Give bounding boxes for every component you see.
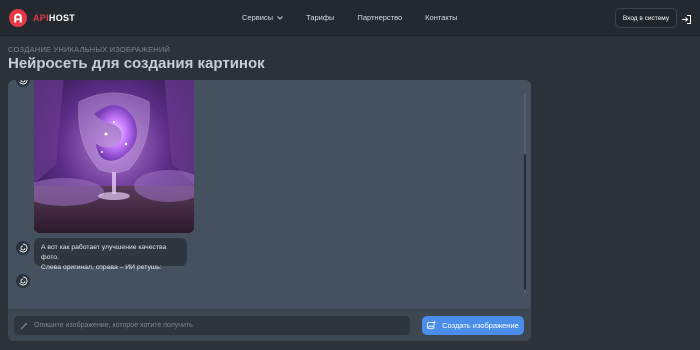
bot-message: А вот как работает улучшение качества фо… — [34, 238, 187, 271]
nav-item-label: Сервисы — [242, 13, 274, 22]
bot-message-line: А вот как работает улучшение качества фо… — [41, 244, 167, 261]
chevron-down-icon — [277, 13, 283, 22]
login-arrow-icon[interactable] — [681, 12, 692, 30]
logo-text-host: HOST — [48, 13, 76, 23]
chat-panel: А вот как работает улучшение качества фо… — [8, 80, 531, 341]
chat-scrollbar-thumb[interactable] — [524, 154, 526, 290]
main-nav: Сервисы Тарифы Партнерство Контакты — [242, 13, 481, 22]
nav-item-label: Тарифы — [306, 13, 335, 22]
nav-item-label: Контакты — [425, 13, 458, 22]
nav-item-contacts[interactable]: Контакты — [425, 13, 457, 22]
login-button-label: Вход в систему — [622, 14, 670, 22]
magic-wand-icon — [20, 317, 28, 335]
bot-avatar-icon — [16, 274, 30, 288]
logo-badge-icon — [9, 9, 27, 27]
top-header: APIHOST Сервисы Тарифы Партнерство Конта… — [0, 0, 700, 36]
logo-text: APIHOST — [33, 13, 75, 23]
logo-text-api: API — [33, 13, 49, 23]
prompt-input-placeholder: Опишите изображение, которое хотите полу… — [34, 322, 193, 329]
generated-image[interactable] — [34, 80, 194, 233]
nav-item-pricing[interactable]: Тарифы — [306, 13, 334, 22]
page-subtitle: СОЗДАНИЕ УНИКАЛЬНЫХ ИЗОБРАЖЕНИЙ — [8, 45, 171, 54]
composer: Опишите изображение, которое хотите полу… — [8, 309, 531, 341]
nav-item-partnership[interactable]: Партнерство — [357, 13, 402, 22]
nav-item-services[interactable]: Сервисы — [242, 13, 283, 22]
create-image-button[interactable]: Создать изображение — [422, 316, 524, 335]
bot-avatar-icon — [16, 241, 30, 255]
prompt-input[interactable]: Опишите изображение, которое хотите полу… — [14, 316, 410, 335]
image-add-icon — [427, 320, 436, 331]
bot-avatar-icon — [16, 80, 30, 87]
bot-message-line: Слева оригинал, справа – ИИ ретушь: — [41, 264, 162, 271]
login-button[interactable]: Вход в систему — [615, 8, 677, 28]
page-title: Нейросеть для создания картинок — [8, 55, 265, 72]
nav-item-label: Партнерство — [357, 13, 403, 22]
create-image-button-label: Создать изображение — [442, 321, 519, 330]
logo[interactable]: APIHOST — [9, 9, 75, 27]
